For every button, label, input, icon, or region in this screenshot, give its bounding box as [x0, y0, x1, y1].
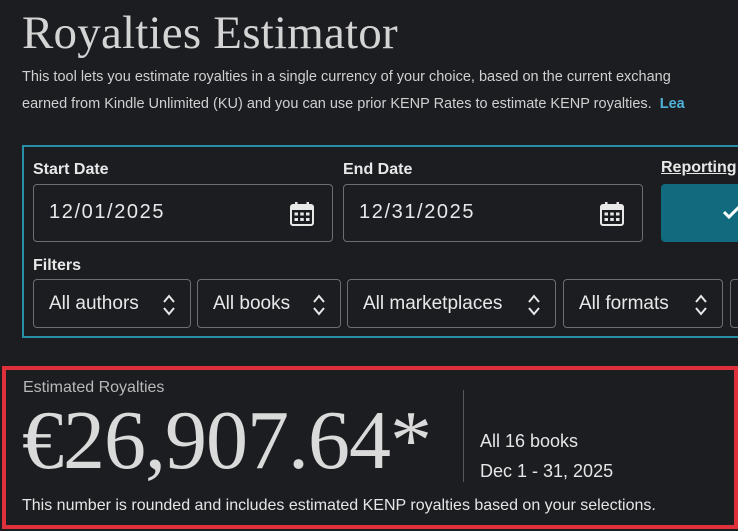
filters-label: Filters	[33, 257, 82, 274]
date-range-summary: Dec 1 - 31, 2025	[480, 461, 614, 481]
calendar-icon[interactable]	[599, 201, 625, 227]
books-summary: All 16 books	[480, 431, 579, 451]
estimated-royalties-value: €26,907.64*	[22, 394, 432, 487]
description-line-2: earned from Kindle Unlimited (KU) and yo…	[22, 91, 685, 118]
authors-select-value: All authors	[49, 293, 139, 314]
authors-select[interactable]: All authors	[33, 279, 191, 328]
chevron-up-down-icon	[313, 294, 325, 316]
description-line-1: This tool lets you estimate royalties in…	[22, 69, 671, 85]
start-date-value: 12/01/2025	[49, 201, 166, 223]
marketplaces-select-value: All marketplaces	[363, 293, 503, 314]
reporting-label[interactable]: Reporting	[661, 159, 737, 177]
books-select[interactable]: All books	[197, 279, 341, 328]
description-line-2-text: earned from Kindle Unlimited (KU) and yo…	[22, 96, 652, 112]
start-date-label: Start Date	[33, 161, 109, 178]
formats-select-value: All formats	[579, 293, 669, 314]
chevron-up-down-icon	[163, 294, 175, 316]
start-date-input[interactable]: 12/01/2025	[33, 184, 333, 242]
end-date-label: End Date	[343, 161, 413, 178]
page-title: Royalties Estimator	[22, 7, 398, 59]
formats-select[interactable]: All formats	[563, 279, 723, 328]
reporting-button[interactable]	[661, 184, 738, 242]
chevron-up-down-icon	[528, 294, 540, 316]
learn-more-link[interactable]: Lea	[660, 96, 685, 112]
summary-divider	[463, 390, 464, 482]
marketplaces-select[interactable]: All marketplaces	[347, 279, 556, 328]
calendar-icon[interactable]	[289, 201, 315, 227]
page-description: This tool lets you estimate royalties in…	[22, 64, 685, 118]
end-date-input[interactable]: 12/31/2025	[343, 184, 643, 242]
books-select-value: All books	[213, 293, 291, 314]
chevron-up-down-icon	[695, 294, 707, 316]
royalties-footnote: This number is rounded and includes esti…	[22, 497, 656, 514]
additional-filter-select[interactable]	[730, 279, 738, 328]
end-date-value: 12/31/2025	[359, 201, 476, 223]
checkmark-icon	[723, 205, 738, 220]
royalties-estimator-page: Royalties Estimator This tool lets you e…	[0, 0, 738, 531]
